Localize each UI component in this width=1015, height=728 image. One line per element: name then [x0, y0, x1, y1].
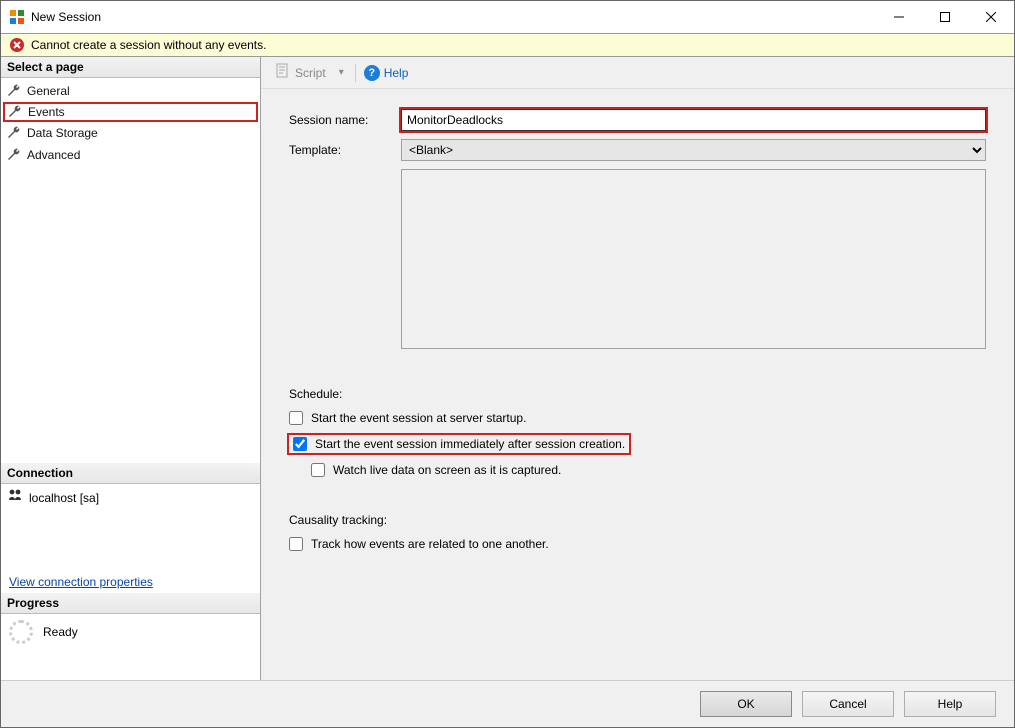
script-label: Script: [295, 66, 326, 80]
template-description-box[interactable]: [401, 169, 986, 349]
sidebar-item-advanced[interactable]: Advanced: [1, 144, 260, 166]
help-link[interactable]: ? Help: [364, 65, 409, 81]
template-select[interactable]: <Blank>: [401, 139, 986, 161]
connection-value: localhost [sa]: [29, 491, 99, 505]
progress-header: Progress: [1, 593, 260, 614]
checkbox-causality-input[interactable]: [289, 537, 303, 551]
script-dropdown-arrow[interactable]: ▾: [336, 67, 347, 78]
sidebar-item-data-storage[interactable]: Data Storage: [1, 122, 260, 144]
toolbar: Script ▾ ? Help: [261, 57, 1014, 89]
session-name-input[interactable]: [401, 109, 986, 131]
wrench-icon: [6, 147, 22, 163]
minimize-button[interactable]: [876, 2, 922, 32]
select-page-header: Select a page: [1, 57, 260, 78]
script-icon: [275, 63, 291, 82]
title-bar: New Session: [1, 1, 1014, 33]
error-icon: [9, 37, 25, 53]
toolbar-separator: [355, 64, 356, 82]
app-icon: [9, 9, 25, 25]
dialog-footer: OK Cancel Help: [1, 680, 1014, 727]
session-name-label: Session name:: [289, 113, 389, 127]
checkbox-start-immediately-input[interactable]: [293, 437, 307, 451]
checkbox-start-immediately-label: Start the event session immediately afte…: [315, 437, 625, 451]
wrench-icon: [6, 125, 22, 141]
view-connection-properties-link[interactable]: View connection properties: [1, 571, 260, 593]
template-label: Template:: [289, 143, 389, 157]
connection-value-row: localhost [sa]: [1, 484, 260, 511]
progress-spinner-icon: [9, 620, 33, 644]
checkbox-watch-live[interactable]: Watch live data on screen as it is captu…: [311, 461, 986, 479]
wrench-icon: [7, 104, 23, 120]
content-panel: Script ▾ ? Help Session name: Template: …: [261, 57, 1014, 680]
wrench-icon: [6, 83, 22, 99]
sidebar-item-label: Advanced: [27, 148, 80, 162]
ok-button[interactable]: OK: [700, 691, 792, 717]
checkbox-start-at-startup[interactable]: Start the event session at server startu…: [289, 409, 986, 427]
close-button[interactable]: [968, 2, 1014, 32]
help-label: Help: [384, 66, 409, 80]
connection-header: Connection: [1, 463, 260, 484]
sidebar-item-label: Events: [28, 105, 65, 119]
checkbox-start-at-startup-label: Start the event session at server startu…: [311, 411, 526, 425]
sidebar-item-label: Data Storage: [27, 126, 98, 140]
checkbox-causality[interactable]: Track how events are related to one anot…: [289, 535, 986, 553]
server-icon: [7, 488, 23, 507]
causality-label: Causality tracking:: [289, 513, 986, 527]
progress-status: Ready: [43, 625, 78, 639]
schedule-label: Schedule:: [289, 387, 986, 401]
window-title: New Session: [31, 10, 876, 24]
checkbox-watch-live-label: Watch live data on screen as it is captu…: [333, 463, 561, 477]
checkbox-watch-live-input[interactable]: [311, 463, 325, 477]
checkbox-start-immediately[interactable]: Start the event session immediately afte…: [289, 435, 629, 453]
cancel-button[interactable]: Cancel: [802, 691, 894, 717]
sidebar-item-general[interactable]: General: [1, 80, 260, 102]
checkbox-causality-label: Track how events are related to one anot…: [311, 537, 549, 551]
sidebar-item-events[interactable]: Events: [3, 102, 258, 122]
script-button[interactable]: Script: [271, 61, 330, 84]
sidebar: Select a page General Events Data Storag…: [1, 57, 261, 680]
checkbox-start-at-startup-input[interactable]: [289, 411, 303, 425]
maximize-button[interactable]: [922, 2, 968, 32]
warning-banner: Cannot create a session without any even…: [1, 33, 1014, 57]
help-button[interactable]: Help: [904, 691, 996, 717]
help-icon: ?: [364, 65, 380, 81]
sidebar-item-label: General: [27, 84, 70, 98]
banner-message: Cannot create a session without any even…: [31, 38, 266, 52]
